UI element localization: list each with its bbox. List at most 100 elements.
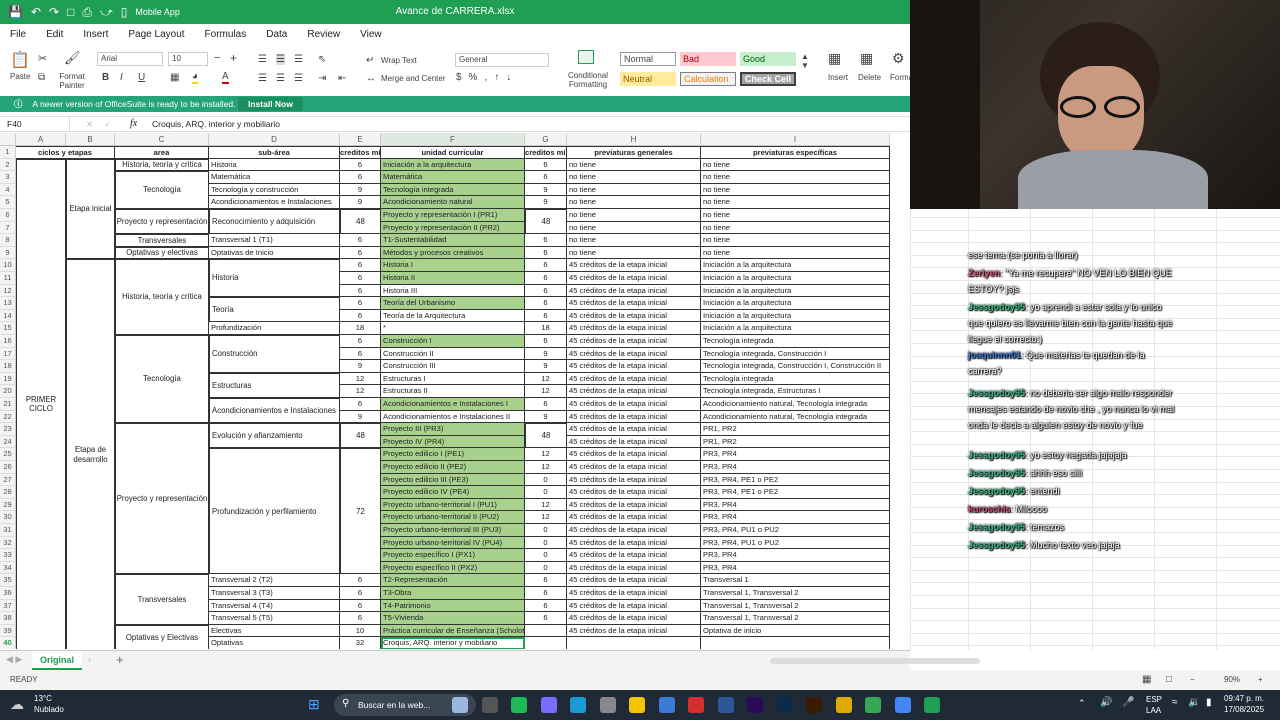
cell-f35[interactable]: T2-Representación bbox=[381, 574, 525, 587]
align-top-icon[interactable]: ☰ bbox=[258, 54, 267, 65]
cell-h19[interactable]: 45 créditos de la etapa inicial bbox=[567, 372, 701, 386]
cell-g12[interactable]: 6 bbox=[525, 284, 567, 298]
cell-i18[interactable]: Tecnología integrada, Construcción I, Co… bbox=[701, 360, 890, 373]
cell-h28[interactable]: 45 créditos de la etapa inicial bbox=[567, 486, 701, 499]
cell-g15[interactable]: 18 bbox=[525, 322, 567, 335]
cell-g13[interactable]: 6 bbox=[525, 297, 567, 310]
outdent-icon[interactable]: ⇤ bbox=[338, 73, 346, 84]
cell-d39[interactable]: Electivas bbox=[209, 624, 340, 638]
cell-a-primer-ciclo[interactable]: PRIMER CICLO bbox=[16, 158, 66, 649]
cell-h9[interactable]: no tiene bbox=[567, 246, 701, 260]
cell-i26[interactable]: PR3, PR4 bbox=[701, 461, 890, 474]
number-format-select[interactable]: General bbox=[455, 53, 549, 67]
align-right-icon[interactable]: ☰ bbox=[294, 73, 303, 84]
cell-h16[interactable]: 45 créditos de la etapa inicial bbox=[567, 335, 701, 348]
header-i[interactable]: previaturas específicas bbox=[701, 146, 890, 159]
chat-username[interactable]: joaquinnn01 bbox=[968, 350, 1021, 360]
row-header-21[interactable]: 21 bbox=[0, 398, 16, 411]
cell-f19[interactable]: Estructuras I bbox=[381, 372, 525, 386]
style-calculation[interactable]: Calculation bbox=[680, 72, 736, 86]
cell-f2[interactable]: Iniciación a la arquitectura bbox=[381, 158, 525, 172]
clock-time[interactable]: 09:47 p. m. bbox=[1224, 694, 1264, 703]
insert-cells-button[interactable]: Insert bbox=[828, 73, 848, 82]
cell-i8[interactable]: no tiene bbox=[701, 234, 890, 247]
cell-i39[interactable]: Optativa de inicio bbox=[701, 624, 890, 638]
cell-i30[interactable]: PR3, PR4 bbox=[701, 511, 890, 524]
cell-d-teoria[interactable]: Teoría bbox=[209, 297, 340, 323]
cell-f6[interactable]: Proyecto y representación I (PR1) bbox=[381, 209, 525, 222]
cell-f12[interactable]: Historia III bbox=[381, 284, 525, 298]
cell-h6[interactable]: no tiene bbox=[567, 209, 701, 222]
cell-g27[interactable]: 0 bbox=[525, 473, 567, 487]
cell-f21[interactable]: Acondicionamientos e Instalaciones I bbox=[381, 398, 525, 411]
cell-i11[interactable]: Iniciación a la arquitectura bbox=[701, 272, 890, 285]
cell-i34[interactable]: PR3, PR4 bbox=[701, 561, 890, 575]
row-header-3[interactable]: 3 bbox=[0, 171, 16, 184]
cell-e11[interactable]: 6 bbox=[340, 272, 381, 285]
cell-h26[interactable]: 45 créditos de la etapa inicial bbox=[567, 461, 701, 474]
menu-page-layout[interactable]: Page Layout bbox=[128, 29, 184, 40]
cell-g35[interactable]: 6 bbox=[525, 574, 567, 587]
cell-g40[interactable] bbox=[525, 637, 567, 649]
cell-f36[interactable]: T3-Obra bbox=[381, 587, 525, 600]
cell-f33[interactable]: Proyecto específico I (PX1) bbox=[381, 549, 525, 562]
row-header-25[interactable]: 25 bbox=[0, 448, 16, 461]
cell-f10[interactable]: Historia I bbox=[381, 259, 525, 272]
cell-e3[interactable]: 6 bbox=[340, 171, 381, 184]
row-header-39[interactable]: 39 bbox=[0, 624, 16, 638]
cell-f37[interactable]: T4-Patrimonio bbox=[381, 599, 525, 613]
row-header-33[interactable]: 33 bbox=[0, 549, 16, 562]
decrease-size-icon[interactable]: − bbox=[214, 52, 220, 64]
delete-cells-button[interactable]: Delete bbox=[858, 73, 881, 82]
cell-h34[interactable]: 45 créditos de la etapa inicial bbox=[567, 561, 701, 575]
cell-g31[interactable]: 0 bbox=[525, 524, 567, 537]
row-header-12[interactable]: 12 bbox=[0, 284, 16, 298]
cell-i17[interactable]: Tecnología integrada, Construcción I bbox=[701, 347, 890, 361]
cell-e4[interactable]: 9 bbox=[340, 183, 381, 197]
cell-i14[interactable]: Iniciación a la arquitectura bbox=[701, 309, 890, 323]
cell-g22[interactable]: 9 bbox=[525, 410, 567, 424]
cell-g21[interactable]: 6 bbox=[525, 398, 567, 411]
cell-e18[interactable]: 9 bbox=[340, 360, 381, 373]
cell-g36[interactable]: 6 bbox=[525, 587, 567, 600]
wifi-icon[interactable]: ≈ bbox=[1172, 697, 1178, 708]
mobile-icon[interactable]: ▯ bbox=[121, 3, 128, 21]
word-icon[interactable] bbox=[717, 697, 734, 713]
column-header-e[interactable]: E bbox=[340, 133, 381, 146]
tab-scroll-icons[interactable]: ◀ ▶ bbox=[6, 654, 22, 665]
cell-e15[interactable]: 18 bbox=[340, 322, 381, 335]
cell-f7[interactable]: Proyecto y representación II (PR2) bbox=[381, 221, 525, 235]
cell-i21[interactable]: Acondicionamiento natural, Tecnología in… bbox=[701, 398, 890, 411]
chat-username[interactable]: Jessgodoy95 bbox=[968, 388, 1025, 398]
align-center-icon[interactable]: ☰ bbox=[276, 73, 285, 84]
cell-f25[interactable]: Proyecto edilicio I (PE1) bbox=[381, 448, 525, 461]
row-header-18[interactable]: 18 bbox=[0, 360, 16, 373]
row-header-14[interactable]: 14 bbox=[0, 309, 16, 323]
officesuite-icon[interactable] bbox=[924, 697, 940, 713]
cell-g29[interactable]: 12 bbox=[525, 498, 567, 512]
cell-e38[interactable]: 6 bbox=[340, 612, 381, 625]
cell-h8[interactable]: no tiene bbox=[567, 234, 701, 247]
normal-view-icon[interactable]: ▦ bbox=[1142, 670, 1151, 690]
row-header-11[interactable]: 11 bbox=[0, 272, 16, 285]
cell-g34[interactable]: 0 bbox=[525, 561, 567, 575]
menu-view[interactable]: View bbox=[360, 29, 382, 40]
style-neutral[interactable]: Neutral bbox=[620, 72, 676, 86]
row-header-24[interactable]: 24 bbox=[0, 435, 16, 449]
new-file-icon[interactable]: □ bbox=[67, 3, 74, 21]
cell-h29[interactable]: 45 créditos de la etapa inicial bbox=[567, 498, 701, 512]
cell-i33[interactable]: PR3, PR4 bbox=[701, 549, 890, 562]
confirm-icon[interactable]: ✓ bbox=[104, 117, 111, 131]
language-code[interactable]: ESP bbox=[1146, 695, 1162, 704]
indent-icon[interactable]: ⇥ bbox=[318, 73, 326, 84]
zoom-in-icon[interactable]: + bbox=[1258, 670, 1263, 690]
premiere-icon[interactable] bbox=[747, 697, 763, 713]
cell-h32[interactable]: 45 créditos de la etapa inicial bbox=[567, 536, 701, 550]
cell-i32[interactable]: PR3, PR4, PU1 o PU2 bbox=[701, 536, 890, 550]
cell-i4[interactable]: no tiene bbox=[701, 183, 890, 197]
chrome-alt-icon[interactable] bbox=[865, 697, 881, 713]
conditional-formatting-button[interactable]: Conditional Formatting bbox=[560, 71, 616, 89]
cell-d-construccion[interactable]: Construcción bbox=[209, 335, 340, 373]
speaker-icon[interactable]: 🔊 bbox=[1100, 697, 1112, 708]
cell-g33[interactable]: 0 bbox=[525, 549, 567, 562]
